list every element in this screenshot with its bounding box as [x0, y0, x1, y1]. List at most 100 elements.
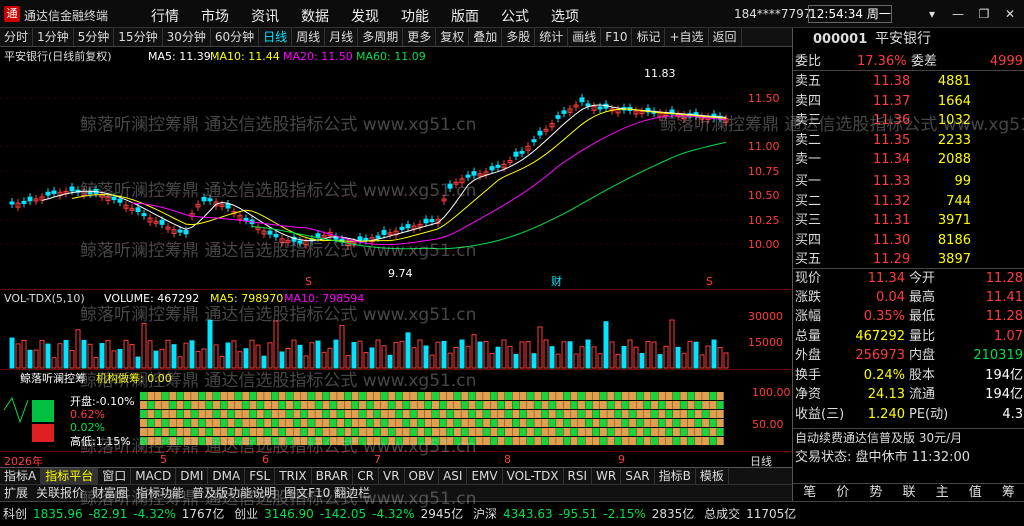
indicator-tab[interactable]: SAR [621, 468, 655, 484]
toolbar-button[interactable]: 多股 [502, 28, 536, 46]
bids-row[interactable]: 买五 11.29 3897 [793, 250, 1024, 269]
stat-value-2: 210319 [973, 348, 1023, 363]
bids-row[interactable]: 买一 11.33 99 [793, 172, 1024, 191]
toolbar-button[interactable]: 统计 [535, 28, 569, 46]
toolbar-button[interactable]: 15分钟 [114, 28, 163, 46]
menu-item[interactable]: 选项 [540, 6, 590, 26]
quote-tab[interactable]: 主 [926, 484, 959, 501]
menu-item[interactable]: 功能 [390, 6, 440, 26]
stat-label: 收益(三) [795, 406, 845, 422]
toolbar-button[interactable]: 月线 [325, 28, 359, 46]
asks-row[interactable]: 卖四 11.37 1664 [793, 92, 1024, 111]
toolbar-button[interactable]: 周线 [292, 28, 326, 46]
quote-tab[interactable]: 势 [859, 484, 892, 501]
quote-tab[interactable]: 筹 [992, 484, 1024, 501]
extension-tab[interactable]: 关联报价 [32, 485, 88, 501]
extension-tab[interactable]: 扩展 [0, 485, 32, 501]
indicator-tab[interactable]: FSL [245, 468, 276, 484]
toolbar-button[interactable]: 更多 [403, 28, 437, 46]
indicator-tab[interactable]: BRAR [312, 468, 354, 484]
indicator-cell [599, 419, 607, 427]
toolbar-button[interactable]: 5分钟 [74, 28, 115, 46]
extension-tab[interactable]: 普及版功能说明 [188, 485, 280, 501]
asks-row[interactable]: 卖五 11.38 4881 [793, 72, 1024, 91]
volume-bar [63, 340, 69, 369]
bids-row[interactable]: 买二 11.32 744 [793, 192, 1024, 211]
volume-bar [255, 344, 261, 369]
indicator-cell [286, 419, 293, 427]
volume-pane[interactable]: VOL-TDX(5,10) VOLUME: 467292 MA5: 798970… [0, 289, 792, 369]
indicator-tab[interactable]: VR [379, 468, 405, 484]
bids-row[interactable]: 买三 11.31 3971 [793, 211, 1024, 230]
toolbar-button[interactable]: 60分钟 [211, 28, 260, 46]
promo-banner[interactable]: 自动续费通达信普及版 30元/月 [793, 428, 1024, 447]
menu-item[interactable]: 资讯 [240, 6, 290, 26]
indicator-cell [505, 392, 512, 400]
ma5-legend: MA5: 11.39 [148, 50, 211, 63]
indicator-tab[interactable]: 窗口 [98, 468, 132, 484]
quote-tab[interactable]: 笔 [793, 484, 826, 501]
menu-item[interactable]: 市场 [190, 6, 240, 26]
indicator-tab[interactable]: OBV [405, 468, 440, 484]
toolbar-button[interactable]: 叠加 [469, 28, 503, 46]
indicator-tab[interactable]: 指标平台 [41, 468, 99, 484]
toolbar-button[interactable]: 复权 [436, 28, 470, 46]
quote-tab[interactable]: 价 [826, 484, 859, 501]
asks-row[interactable]: 卖一 11.34 2088 [793, 150, 1024, 169]
toolbar-button[interactable]: 30分钟 [163, 28, 211, 46]
user-account[interactable]: 184****7797 [734, 7, 811, 21]
indicator-tab[interactable]: EMV [467, 468, 503, 484]
dropdown-icon[interactable]: ▾ [922, 6, 942, 22]
close-icon[interactable]: ✕ [1000, 6, 1020, 22]
indicator-cell [599, 410, 607, 418]
main-menu: 行情 市场 资讯 数据 发现 功能 版面 公式 选项 [140, 6, 590, 26]
bids-volume: 99 [954, 174, 971, 189]
indicator-tab[interactable]: ASI [439, 468, 468, 484]
indicator-tab[interactable]: TRIX [275, 468, 312, 484]
minimize-icon[interactable]: — [948, 6, 968, 22]
toolbar-button[interactable]: +自选 [665, 28, 709, 46]
extension-tab[interactable]: 指标功能 [132, 485, 188, 501]
menu-item[interactable]: 版面 [440, 6, 490, 26]
volume-bar [579, 346, 585, 369]
indicator-tab[interactable]: VOL-TDX [503, 468, 564, 484]
maximize-icon[interactable]: ❐ [974, 6, 994, 22]
indicator-tab[interactable]: DMA [208, 468, 246, 484]
menu-item[interactable]: 发现 [340, 6, 390, 26]
menu-item[interactable]: 行情 [140, 6, 190, 26]
asks-row[interactable]: 卖三 11.36 1032 [793, 111, 1024, 130]
indicator-tab[interactable]: CR [353, 468, 379, 484]
toolbar-button[interactable]: 1分钟 [33, 28, 74, 46]
indicator-cell [461, 410, 469, 418]
indicator-tab[interactable]: 指标B [655, 468, 696, 484]
bids-row[interactable]: 买四 11.30 8186 [793, 231, 1024, 250]
toolbar-button[interactable]: 多周期 [358, 28, 404, 46]
volume-bar [489, 352, 495, 369]
indicator-pane[interactable]: 鲸落听澜控筹 机构做筹: 0.00 开盘:-0.10% 0.62% 0.02% … [0, 369, 792, 451]
quote-tab[interactable]: 值 [959, 484, 992, 501]
quote-tab[interactable]: 联 [892, 484, 925, 501]
toolbar-button[interactable]: 日线 [259, 28, 293, 46]
promo-text[interactable]: 自动续费通达信普及版 30元/月 [795, 429, 962, 448]
indicator-tab[interactable]: MACD [131, 468, 177, 484]
indicator-cell [665, 392, 673, 400]
asks-row[interactable]: 卖二 11.35 2233 [793, 131, 1024, 150]
indicator-tab[interactable]: 模板 [696, 468, 729, 484]
extension-tab[interactable]: 图文F10 翻边栏 [280, 485, 374, 501]
toolbar-button[interactable]: 画线 [568, 28, 602, 46]
menu-item[interactable]: 公式 [490, 6, 540, 26]
kline-chart[interactable]: 平安银行(日线前复权) MA5: 11.39 MA10: 11.44 MA20:… [0, 47, 792, 289]
indicator-tab[interactable]: 指标A [0, 468, 42, 484]
toolbar-button[interactable]: 返回 [709, 28, 742, 46]
indicator-cell [505, 419, 512, 427]
extension-tab[interactable]: 财富圈 [88, 485, 132, 501]
toolbar-button[interactable]: 分时 [0, 28, 34, 46]
stat-value: 0.04 [876, 289, 905, 305]
toolbar-button[interactable]: 标记 [632, 28, 666, 46]
indicator-tab[interactable]: RSI [564, 468, 593, 484]
indicator-cell [344, 392, 352, 400]
indicator-tab[interactable]: WR [592, 468, 622, 484]
indicator-tab[interactable]: DMI [176, 468, 209, 484]
menu-item[interactable]: 数据 [290, 6, 340, 26]
toolbar-button[interactable]: F10 [601, 28, 633, 46]
